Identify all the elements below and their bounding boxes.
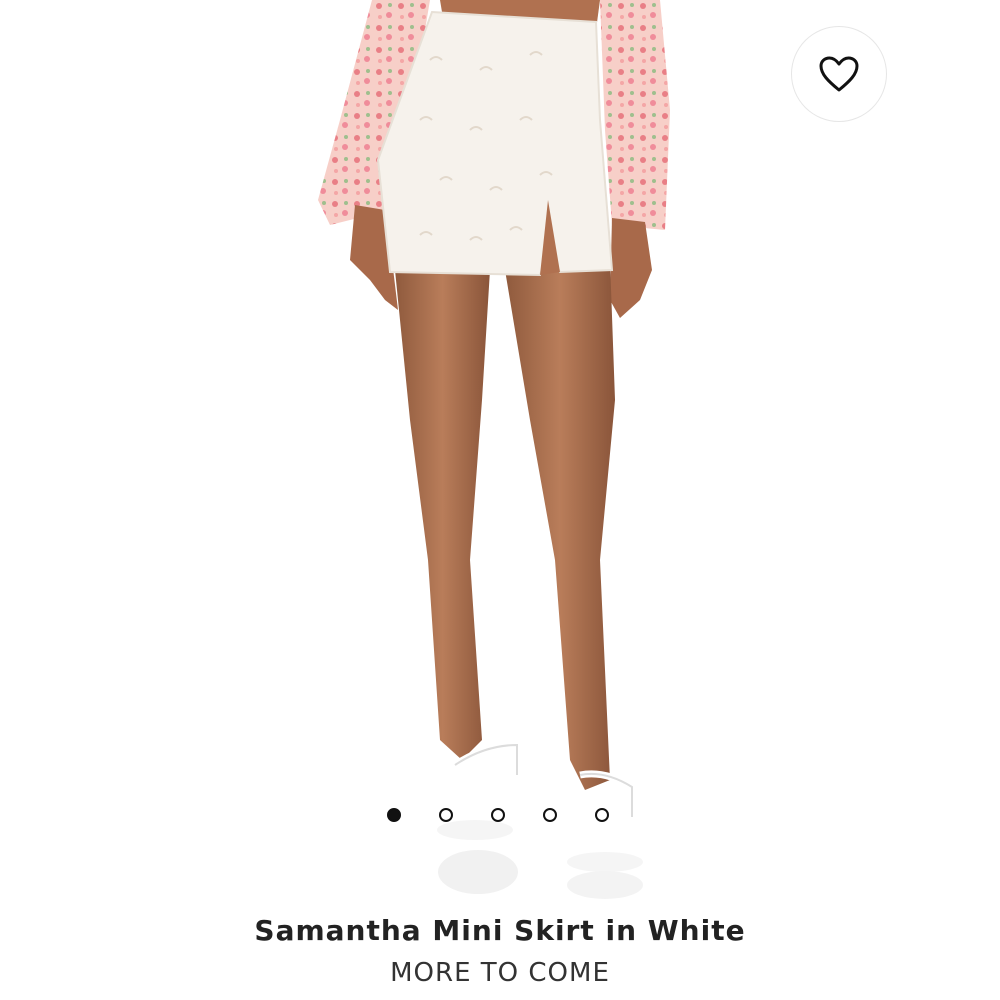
left-leg [395,270,490,760]
product-photo[interactable] [0,0,1000,905]
right-sleeve [600,0,670,230]
product-title: Samantha Mini Skirt in White [254,914,746,947]
right-hand [610,218,652,318]
carousel-dot-4[interactable] [543,808,557,822]
carousel-dot-1[interactable] [387,808,401,822]
carousel-dot-2[interactable] [439,808,453,822]
product-status: MORE TO COME [390,958,610,988]
carousel-indicator [0,808,1000,826]
right-leg [505,260,615,790]
carousel-dot-5[interactable] [595,808,609,822]
model-illustration [318,0,670,899]
heart-outline-icon [819,56,859,92]
favorite-button[interactable] [792,27,886,121]
carousel-dot-3[interactable] [491,808,505,822]
